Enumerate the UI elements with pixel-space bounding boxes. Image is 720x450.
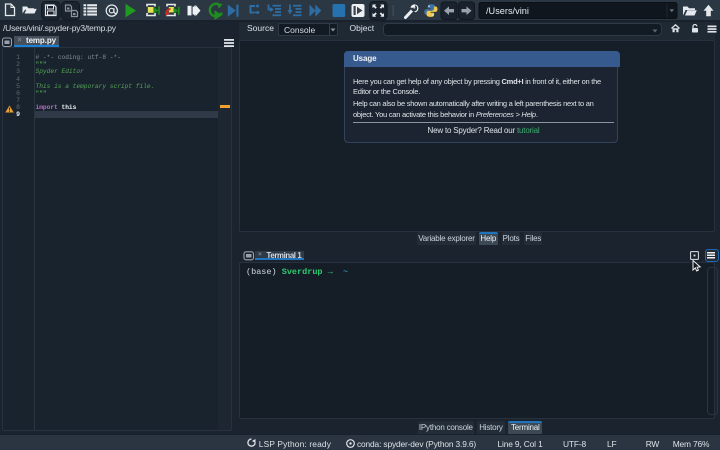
svg-text:/Users/vini: /Users/vini: [486, 6, 529, 16]
